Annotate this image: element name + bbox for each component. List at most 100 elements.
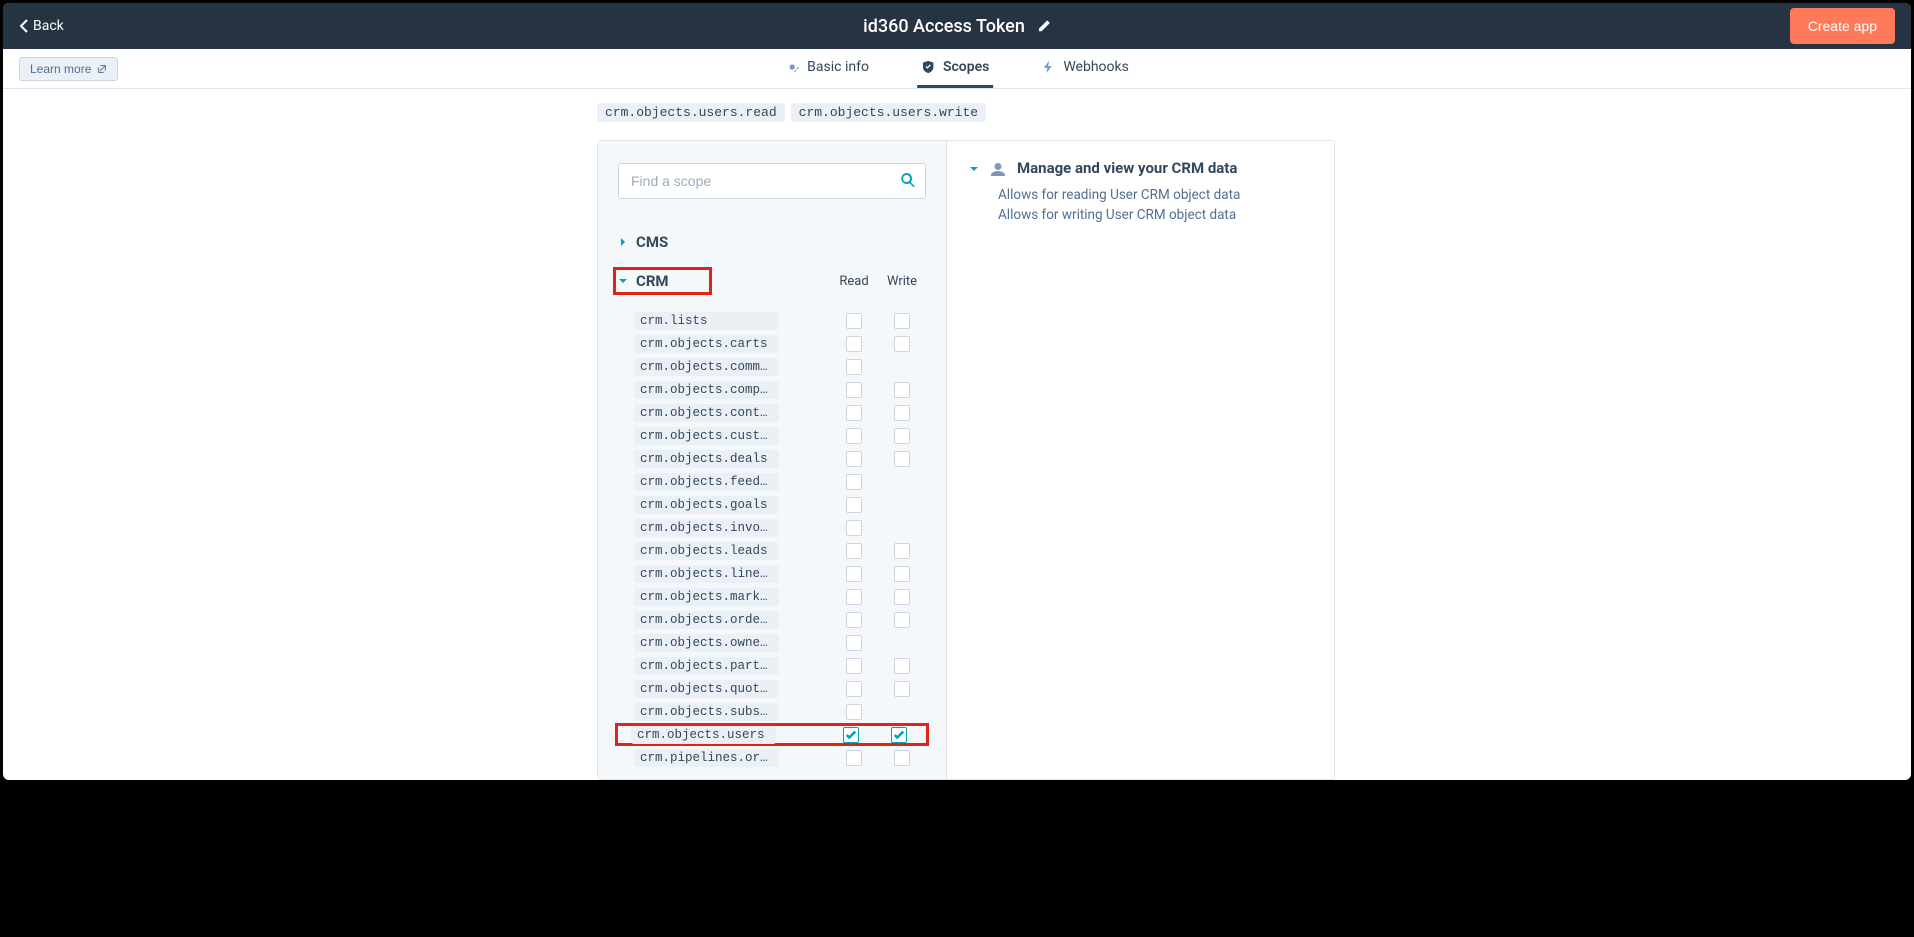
back-label: Back (33, 18, 64, 34)
scope-name: crm.objects.contacts (634, 404, 779, 422)
write-checkbox[interactable] (894, 566, 910, 582)
chevron-down-icon[interactable] (969, 164, 979, 174)
create-app-button[interactable]: Create app (1790, 8, 1895, 44)
scope-name: crm.objects.feedbac… (634, 473, 779, 491)
shield-icon (921, 60, 935, 74)
scope-row: crm.objects.leads (618, 539, 926, 562)
category-crm[interactable]: CRM Read Write (618, 259, 926, 303)
read-checkbox[interactable] (846, 750, 862, 766)
read-checkbox[interactable] (846, 497, 862, 513)
scope-details: Manage and view your CRM data Allows for… (947, 141, 1334, 779)
read-checkbox[interactable] (846, 612, 862, 628)
scope-row: crm.objects.line_it… (618, 562, 926, 585)
scope-tag: crm.objects.users.read (597, 103, 785, 122)
external-link-icon (97, 64, 107, 74)
read-checkbox[interactable] (846, 589, 862, 605)
write-checkbox[interactable] (894, 612, 910, 628)
scope-name: crm.objects.line_it… (634, 565, 779, 583)
category-cms[interactable]: CMS (618, 225, 926, 259)
category-label: CRM (636, 272, 669, 290)
scope-name: crm.objects.goals (634, 496, 779, 514)
search-input[interactable] (618, 163, 926, 199)
read-checkbox[interactable] (846, 336, 862, 352)
write-checkbox[interactable] (894, 658, 910, 674)
scope-row: crm.objects.carts (618, 332, 926, 355)
info-description-line: Allows for reading User CRM object data (998, 185, 1312, 205)
info-title: Manage and view your CRM data (1017, 159, 1237, 177)
tab-basic-info[interactable]: Basic info (781, 49, 873, 88)
read-checkbox[interactable] (846, 635, 862, 651)
info-description-line: Allows for writing User CRM object data (998, 205, 1312, 225)
scope-row: crm.objects.quotes (618, 677, 926, 700)
read-checkbox[interactable] (846, 474, 862, 490)
scope-name: crm.objects.carts (634, 335, 779, 353)
tab-webhooks[interactable]: Webhooks (1037, 49, 1133, 88)
scope-name: crm.objects.commerc… (634, 358, 779, 376)
read-checkbox[interactable] (843, 727, 859, 743)
column-header-read: Read (830, 274, 878, 289)
lightning-icon (1041, 60, 1055, 74)
write-checkbox[interactable] (894, 451, 910, 467)
scope-row: crm.objects.feedbac… (618, 470, 926, 493)
tab-label: Scopes (943, 59, 989, 75)
read-checkbox[interactable] (846, 566, 862, 582)
write-checkbox[interactable] (891, 727, 907, 743)
write-checkbox[interactable] (894, 313, 910, 329)
scope-name: crm.lists (634, 312, 779, 330)
write-checkbox[interactable] (894, 405, 910, 421)
read-checkbox[interactable] (846, 313, 862, 329)
write-checkbox[interactable] (894, 589, 910, 605)
write-checkbox[interactable] (894, 681, 910, 697)
write-checkbox[interactable] (894, 543, 910, 559)
search-icon[interactable] (900, 172, 916, 188)
read-checkbox[interactable] (846, 543, 862, 559)
read-checkbox[interactable] (846, 681, 862, 697)
tab-scopes[interactable]: Scopes (917, 49, 993, 88)
subheader: Learn more Basic info Scopes Webhooks (3, 49, 1911, 89)
scope-name: crm.objects.orders (634, 611, 779, 629)
scope-row: crm.objects.invoices (618, 516, 926, 539)
scope-name: crm.objects.subscri… (634, 703, 779, 721)
gear-icon (785, 60, 799, 74)
selected-scope-tags: crm.objects.users.read crm.objects.users… (597, 89, 1335, 140)
read-checkbox[interactable] (846, 704, 862, 720)
scope-row: crm.objects.partner… (618, 654, 926, 677)
write-checkbox[interactable] (894, 750, 910, 766)
scope-tag: crm.objects.users.write (791, 103, 986, 122)
chevron-right-icon (618, 237, 628, 247)
read-checkbox[interactable] (846, 359, 862, 375)
read-checkbox[interactable] (846, 428, 862, 444)
scope-row: crm.objects.deals (618, 447, 926, 470)
scope-row: crm.lists (618, 309, 926, 332)
chevron-left-icon (19, 19, 29, 33)
read-checkbox[interactable] (846, 451, 862, 467)
page-title: id360 Access Token (863, 16, 1025, 37)
tab-label: Basic info (807, 59, 869, 75)
edit-icon[interactable] (1037, 19, 1051, 33)
scope-name: crm.objects.users (631, 726, 776, 744)
read-checkbox[interactable] (846, 520, 862, 536)
scope-name: crm.objects.custom (634, 427, 779, 445)
header: Back id360 Access Token Create app (3, 3, 1911, 49)
scope-name: crm.pipelines.orders (634, 749, 779, 767)
learn-more-button[interactable]: Learn more (19, 57, 118, 81)
scope-row: crm.objects.users (615, 723, 929, 746)
learn-more-label: Learn more (30, 62, 91, 76)
scope-name: crm.objects.leads (634, 542, 779, 560)
scope-row: crm.objects.owners (618, 631, 926, 654)
scope-name: crm.objects.marketi… (634, 588, 779, 606)
read-checkbox[interactable] (846, 382, 862, 398)
write-checkbox[interactable] (894, 336, 910, 352)
write-checkbox[interactable] (894, 428, 910, 444)
write-checkbox[interactable] (894, 382, 910, 398)
scope-row: crm.objects.custom (618, 424, 926, 447)
back-button[interactable]: Back (19, 18, 64, 34)
read-checkbox[interactable] (846, 405, 862, 421)
chevron-down-icon (618, 276, 628, 286)
scope-row: crm.objects.marketi… (618, 585, 926, 608)
scope-row: crm.objects.compani… (618, 378, 926, 401)
scope-tree: CMS CRM Read Write crm.lists crm.objects.… (598, 141, 947, 779)
read-checkbox[interactable] (846, 658, 862, 674)
scope-name: crm.objects.owners (634, 634, 779, 652)
scope-name: crm.objects.quotes (634, 680, 779, 698)
